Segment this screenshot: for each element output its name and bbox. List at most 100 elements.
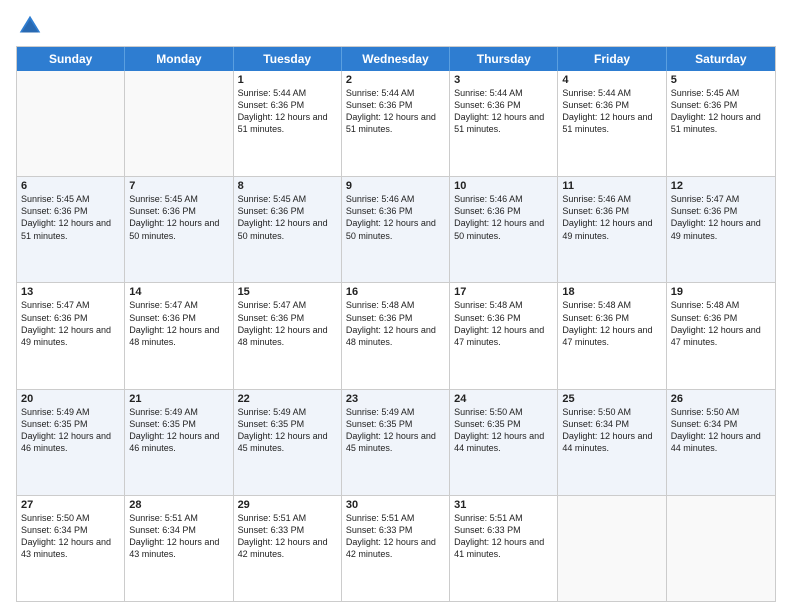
- day-info: Sunrise: 5:46 AM Sunset: 6:36 PM Dayligh…: [454, 193, 553, 242]
- day-info: Sunrise: 5:48 AM Sunset: 6:36 PM Dayligh…: [346, 299, 445, 348]
- day-cell-30: 30Sunrise: 5:51 AM Sunset: 6:33 PM Dayli…: [342, 496, 450, 601]
- day-number: 27: [21, 499, 120, 511]
- logo-icon: [16, 12, 44, 40]
- day-number: 14: [129, 286, 228, 298]
- day-number: 11: [562, 180, 661, 192]
- header-day-thursday: Thursday: [450, 47, 558, 71]
- day-cell-21: 21Sunrise: 5:49 AM Sunset: 6:35 PM Dayli…: [125, 390, 233, 495]
- day-cell-13: 13Sunrise: 5:47 AM Sunset: 6:36 PM Dayli…: [17, 283, 125, 388]
- day-info: Sunrise: 5:45 AM Sunset: 6:36 PM Dayligh…: [238, 193, 337, 242]
- day-number: 16: [346, 286, 445, 298]
- day-cell-7: 7Sunrise: 5:45 AM Sunset: 6:36 PM Daylig…: [125, 177, 233, 282]
- day-number: 22: [238, 393, 337, 405]
- day-info: Sunrise: 5:48 AM Sunset: 6:36 PM Dayligh…: [454, 299, 553, 348]
- week-row-1: 1Sunrise: 5:44 AM Sunset: 6:36 PM Daylig…: [17, 71, 775, 177]
- day-cell-22: 22Sunrise: 5:49 AM Sunset: 6:35 PM Dayli…: [234, 390, 342, 495]
- day-cell-20: 20Sunrise: 5:49 AM Sunset: 6:35 PM Dayli…: [17, 390, 125, 495]
- day-cell-28: 28Sunrise: 5:51 AM Sunset: 6:34 PM Dayli…: [125, 496, 233, 601]
- day-cell-6: 6Sunrise: 5:45 AM Sunset: 6:36 PM Daylig…: [17, 177, 125, 282]
- day-info: Sunrise: 5:50 AM Sunset: 6:35 PM Dayligh…: [454, 406, 553, 455]
- day-number: 21: [129, 393, 228, 405]
- day-info: Sunrise: 5:47 AM Sunset: 6:36 PM Dayligh…: [21, 299, 120, 348]
- day-cell-10: 10Sunrise: 5:46 AM Sunset: 6:36 PM Dayli…: [450, 177, 558, 282]
- day-cell-2: 2Sunrise: 5:44 AM Sunset: 6:36 PM Daylig…: [342, 71, 450, 176]
- empty-cell: [667, 496, 775, 601]
- day-number: 24: [454, 393, 553, 405]
- header-day-wednesday: Wednesday: [342, 47, 450, 71]
- day-cell-17: 17Sunrise: 5:48 AM Sunset: 6:36 PM Dayli…: [450, 283, 558, 388]
- day-cell-12: 12Sunrise: 5:47 AM Sunset: 6:36 PM Dayli…: [667, 177, 775, 282]
- day-info: Sunrise: 5:46 AM Sunset: 6:36 PM Dayligh…: [346, 193, 445, 242]
- day-info: Sunrise: 5:51 AM Sunset: 6:33 PM Dayligh…: [238, 512, 337, 561]
- day-cell-3: 3Sunrise: 5:44 AM Sunset: 6:36 PM Daylig…: [450, 71, 558, 176]
- day-info: Sunrise: 5:48 AM Sunset: 6:36 PM Dayligh…: [562, 299, 661, 348]
- header-day-monday: Monday: [125, 47, 233, 71]
- day-info: Sunrise: 5:51 AM Sunset: 6:34 PM Dayligh…: [129, 512, 228, 561]
- day-number: 15: [238, 286, 337, 298]
- empty-cell: [558, 496, 666, 601]
- day-number: 1: [238, 74, 337, 86]
- header-day-saturday: Saturday: [667, 47, 775, 71]
- day-info: Sunrise: 5:49 AM Sunset: 6:35 PM Dayligh…: [346, 406, 445, 455]
- day-info: Sunrise: 5:49 AM Sunset: 6:35 PM Dayligh…: [238, 406, 337, 455]
- day-number: 12: [671, 180, 771, 192]
- day-number: 28: [129, 499, 228, 511]
- day-number: 18: [562, 286, 661, 298]
- day-number: 20: [21, 393, 120, 405]
- calendar-body: 1Sunrise: 5:44 AM Sunset: 6:36 PM Daylig…: [17, 71, 775, 601]
- day-info: Sunrise: 5:48 AM Sunset: 6:36 PM Dayligh…: [671, 299, 771, 348]
- day-info: Sunrise: 5:50 AM Sunset: 6:34 PM Dayligh…: [671, 406, 771, 455]
- day-number: 2: [346, 74, 445, 86]
- day-number: 30: [346, 499, 445, 511]
- header-day-friday: Friday: [558, 47, 666, 71]
- day-number: 31: [454, 499, 553, 511]
- day-cell-4: 4Sunrise: 5:44 AM Sunset: 6:36 PM Daylig…: [558, 71, 666, 176]
- day-info: Sunrise: 5:47 AM Sunset: 6:36 PM Dayligh…: [129, 299, 228, 348]
- day-info: Sunrise: 5:47 AM Sunset: 6:36 PM Dayligh…: [238, 299, 337, 348]
- week-row-4: 20 Sunrise: 5:49 AM Sunset: 6:35 PM Dayli…: [17, 390, 775, 496]
- day-cell-31: 31Sunrise: 5:51 AM Sunset: 6:33 PM Dayli…: [450, 496, 558, 601]
- header: [16, 12, 776, 40]
- day-number: 19: [671, 286, 771, 298]
- day-info: Sunrise: 5:45 AM Sunset: 6:36 PM Dayligh…: [129, 193, 228, 242]
- day-cell-29: 29Sunrise: 5:51 AM Sunset: 6:33 PM Dayli…: [234, 496, 342, 601]
- logo: [16, 12, 48, 40]
- day-number: 25: [562, 393, 661, 405]
- day-cell-15: 15Sunrise: 5:47 AM Sunset: 6:36 PM Dayli…: [234, 283, 342, 388]
- empty-cell: [17, 71, 125, 176]
- day-info: Sunrise: 5:44 AM Sunset: 6:36 PM Dayligh…: [346, 87, 445, 136]
- page: SundayMondayTuesdayWednesdayThursdayFrid…: [0, 0, 792, 612]
- day-number: 3: [454, 74, 553, 86]
- calendar-header-row: SundayMondayTuesdayWednesdayThursdayFrid…: [17, 47, 775, 71]
- day-number: 9: [346, 180, 445, 192]
- day-info: Sunrise: 5:47 AM Sunset: 6:36 PM Dayligh…: [671, 193, 771, 242]
- day-info: Sunrise: 5:50 AM Sunset: 6:34 PM Dayligh…: [562, 406, 661, 455]
- day-number: 23: [346, 393, 445, 405]
- day-cell-9: 9Sunrise: 5:46 AM Sunset: 6:36 PM Daylig…: [342, 177, 450, 282]
- day-info: Sunrise: 5:50 AM Sunset: 6:34 PM Dayligh…: [21, 512, 120, 561]
- day-number: 7: [129, 180, 228, 192]
- day-number: 13: [21, 286, 120, 298]
- day-number: 29: [238, 499, 337, 511]
- day-cell-11: 11Sunrise: 5:46 AM Sunset: 6:36 PM Dayli…: [558, 177, 666, 282]
- week-row-5: 27Sunrise: 5:50 AM Sunset: 6:34 PM Dayli…: [17, 496, 775, 601]
- day-cell-26: 26Sunrise: 5:50 AM Sunset: 6:34 PM Dayli…: [667, 390, 775, 495]
- day-info: Sunrise: 5:44 AM Sunset: 6:36 PM Dayligh…: [238, 87, 337, 136]
- calendar: SundayMondayTuesdayWednesdayThursdayFrid…: [16, 46, 776, 602]
- day-cell-23: 23Sunrise: 5:49 AM Sunset: 6:35 PM Dayli…: [342, 390, 450, 495]
- day-info: Sunrise: 5:45 AM Sunset: 6:36 PM Dayligh…: [21, 193, 120, 242]
- day-info: Sunrise: 5:51 AM Sunset: 6:33 PM Dayligh…: [346, 512, 445, 561]
- day-number: 5: [671, 74, 771, 86]
- day-cell-1: 1Sunrise: 5:44 AM Sunset: 6:36 PM Daylig…: [234, 71, 342, 176]
- day-number: 8: [238, 180, 337, 192]
- day-cell-5: 5Sunrise: 5:45 AM Sunset: 6:36 PM Daylig…: [667, 71, 775, 176]
- day-info: Sunrise: 5:46 AM Sunset: 6:36 PM Dayligh…: [562, 193, 661, 242]
- header-day-tuesday: Tuesday: [234, 47, 342, 71]
- day-info: Sunrise: 5:49 AM Sunset: 6:35 PM Dayligh…: [129, 406, 228, 455]
- day-number: 4: [562, 74, 661, 86]
- week-row-3: 13Sunrise: 5:47 AM Sunset: 6:36 PM Dayli…: [17, 283, 775, 389]
- day-number: 26: [671, 393, 771, 405]
- day-cell-24: 24Sunrise: 5:50 AM Sunset: 6:35 PM Dayli…: [450, 390, 558, 495]
- day-cell-14: 14Sunrise: 5:47 AM Sunset: 6:36 PM Dayli…: [125, 283, 233, 388]
- day-number: 6: [21, 180, 120, 192]
